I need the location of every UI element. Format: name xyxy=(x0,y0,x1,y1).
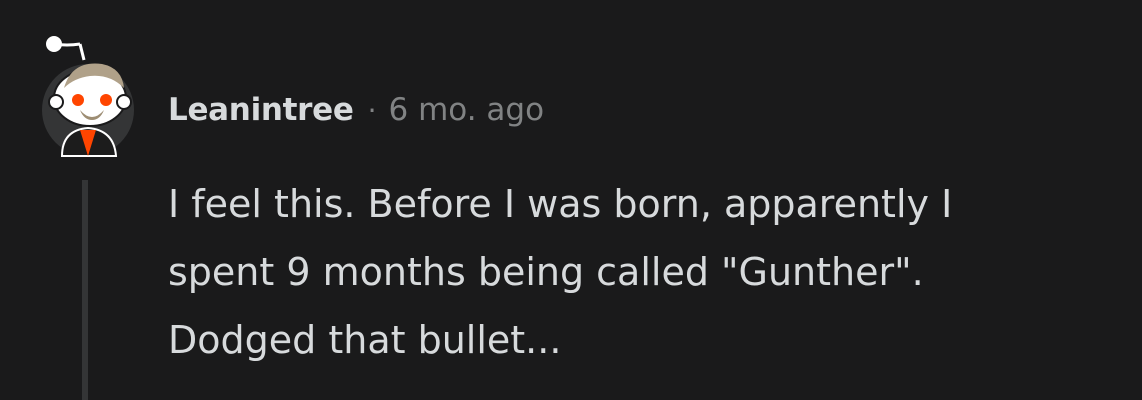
author-username-link[interactable]: Leanintree xyxy=(168,92,354,128)
comment-body-line: I feel this. Before I was born, apparent… xyxy=(168,182,953,226)
comment-body-line: Dodged that bullet... xyxy=(168,318,562,362)
comment-body: I feel this. Before I was born, apparent… xyxy=(168,170,1128,374)
comment-meta: Leanintree · 6 mo. ago xyxy=(168,88,544,132)
comment: Leanintree · 6 mo. ago I feel this. Befo… xyxy=(0,0,1142,400)
comment-timestamp[interactable]: 6 mo. ago xyxy=(389,92,545,128)
snoo-avatar-graphic xyxy=(42,34,134,157)
thread-collapse-line[interactable] xyxy=(82,180,88,400)
comment-body-line: spent 9 months being called "Gunther". xyxy=(168,250,924,294)
snoo-avatar-icon[interactable] xyxy=(40,30,140,160)
meta-separator: · xyxy=(367,93,377,127)
